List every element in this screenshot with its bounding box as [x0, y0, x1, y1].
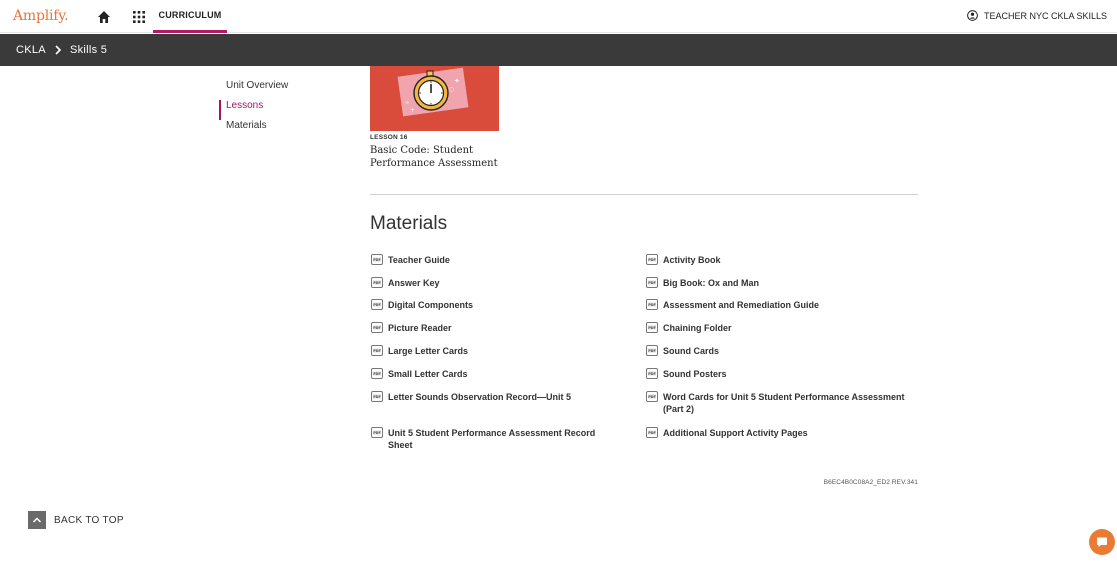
material-link[interactable]: PDF Big Book: Ox and Man	[646, 277, 916, 289]
pdf-icon: PDF	[371, 368, 383, 379]
pdf-icon: PDF	[371, 299, 383, 310]
chat-launcher-button[interactable]	[1089, 529, 1115, 555]
svg-text:PDF: PDF	[373, 431, 381, 435]
lesson-number: LESSON 16	[370, 134, 408, 141]
sidebar-item-unit-overview[interactable]: Unit Overview	[219, 80, 288, 100]
apps-grid-icon[interactable]	[133, 11, 145, 23]
breadcrumb-item-skills-5[interactable]: Skills 5	[70, 44, 107, 56]
back-to-top-label: BACK TO TOP	[54, 514, 124, 526]
svg-text:+: +	[410, 107, 415, 114]
material-link[interactable]: PDF Activity Book	[646, 254, 916, 266]
svg-text:PDF: PDF	[373, 258, 381, 262]
material-link[interactable]: PDF Unit 5 Student Performance Assessmen…	[371, 427, 621, 451]
pdf-icon: PDF	[646, 322, 658, 333]
svg-text:✦: ✦	[454, 77, 460, 85]
svg-text:PDF: PDF	[373, 349, 381, 353]
user-name: TEACHER NYC CKLA SKILLS	[983, 10, 1107, 21]
svg-text:PDF: PDF	[648, 431, 656, 435]
revision-code: B6EC4B0C08A2_ED2 REV.341	[823, 479, 918, 486]
material-link[interactable]: PDF Teacher Guide	[371, 254, 631, 266]
material-link[interactable]: PDF Large Letter Cards	[371, 345, 631, 357]
material-link[interactable]: PDF Chaining Folder	[646, 322, 916, 334]
pdf-icon: PDF	[371, 322, 383, 333]
svg-text:PDF: PDF	[373, 372, 381, 376]
nav-tab-curriculum[interactable]: CURRICULUM	[153, 0, 227, 33]
pdf-icon: PDF	[371, 277, 383, 288]
user-circle-icon	[967, 10, 978, 21]
sidebar-item-lessons[interactable]: Lessons	[219, 100, 288, 120]
svg-text:PDF: PDF	[648, 395, 656, 399]
material-link[interactable]: PDF Word Cards for Unit 5 Student Perfor…	[646, 391, 916, 415]
svg-text:PDF: PDF	[648, 281, 656, 285]
svg-text:PDF: PDF	[648, 326, 656, 330]
svg-text:∞: ∞	[405, 100, 409, 106]
svg-text:PDF: PDF	[373, 326, 381, 330]
svg-text:PDF: PDF	[648, 349, 656, 353]
chat-icon	[1097, 537, 1107, 547]
svg-text:PDF: PDF	[373, 395, 381, 399]
chevron-right-icon	[55, 45, 62, 55]
breadcrumb: CKLA Skills 5	[0, 34, 1117, 66]
pdf-icon: PDF	[646, 254, 658, 265]
material-link[interactable]: PDF Additional Support Activity Pages	[646, 427, 916, 439]
material-link[interactable]: PDF Sound Cards	[646, 345, 916, 357]
stopwatch-icon: ∞ ✦ ○ +	[397, 67, 469, 117]
svg-text:PDF: PDF	[373, 281, 381, 285]
svg-text:PDF: PDF	[648, 258, 656, 262]
pdf-icon: PDF	[371, 345, 383, 356]
user-menu[interactable]: TEACHER NYC CKLA SKILLS	[967, 10, 1107, 21]
pdf-icon: PDF	[646, 391, 658, 402]
pdf-icon: PDF	[646, 368, 658, 379]
amplify-logo[interactable]: Amplify.	[13, 8, 69, 24]
pdf-icon: PDF	[646, 345, 658, 356]
svg-text:PDF: PDF	[648, 372, 656, 376]
svg-text:○: ○	[449, 86, 454, 93]
home-icon[interactable]	[97, 10, 111, 24]
pdf-icon: PDF	[371, 254, 383, 265]
breadcrumb-item-ckla[interactable]: CKLA	[16, 44, 46, 56]
material-link[interactable]: PDF Answer Key	[371, 277, 631, 289]
sidebar-nav: Unit Overview Lessons Materials	[219, 80, 288, 140]
material-link[interactable]: PDF Sound Posters	[646, 368, 916, 380]
top-nav-bar: Amplify. CURRICULUM TEACHER NYC CKLA SKI…	[0, 0, 1117, 33]
svg-text:PDF: PDF	[648, 303, 656, 307]
lesson-title[interactable]: Basic Code: Student Performance Assessme…	[370, 144, 510, 170]
material-link[interactable]: PDF Small Letter Cards	[371, 368, 631, 380]
materials-heading: Materials	[370, 213, 448, 234]
pdf-icon: PDF	[371, 391, 383, 402]
pdf-icon: PDF	[646, 277, 658, 288]
lesson-thumbnail[interactable]: ∞ ✦ ○ +	[370, 66, 499, 131]
pdf-icon: PDF	[646, 427, 658, 438]
section-divider	[370, 194, 918, 195]
chevron-up-icon	[28, 511, 46, 529]
material-link[interactable]: PDF Letter Sounds Observation Record—Uni…	[371, 391, 631, 403]
svg-text:PDF: PDF	[373, 303, 381, 307]
sidebar-item-materials[interactable]: Materials	[219, 120, 288, 140]
pdf-icon: PDF	[646, 299, 658, 310]
material-link[interactable]: PDF Digital Components	[371, 299, 631, 311]
back-to-top-button[interactable]: BACK TO TOP	[28, 511, 124, 529]
material-link[interactable]: PDF Picture Reader	[371, 322, 631, 334]
pdf-icon: PDF	[371, 427, 383, 438]
material-link[interactable]: PDF Assessment and Remediation Guide	[646, 299, 916, 311]
